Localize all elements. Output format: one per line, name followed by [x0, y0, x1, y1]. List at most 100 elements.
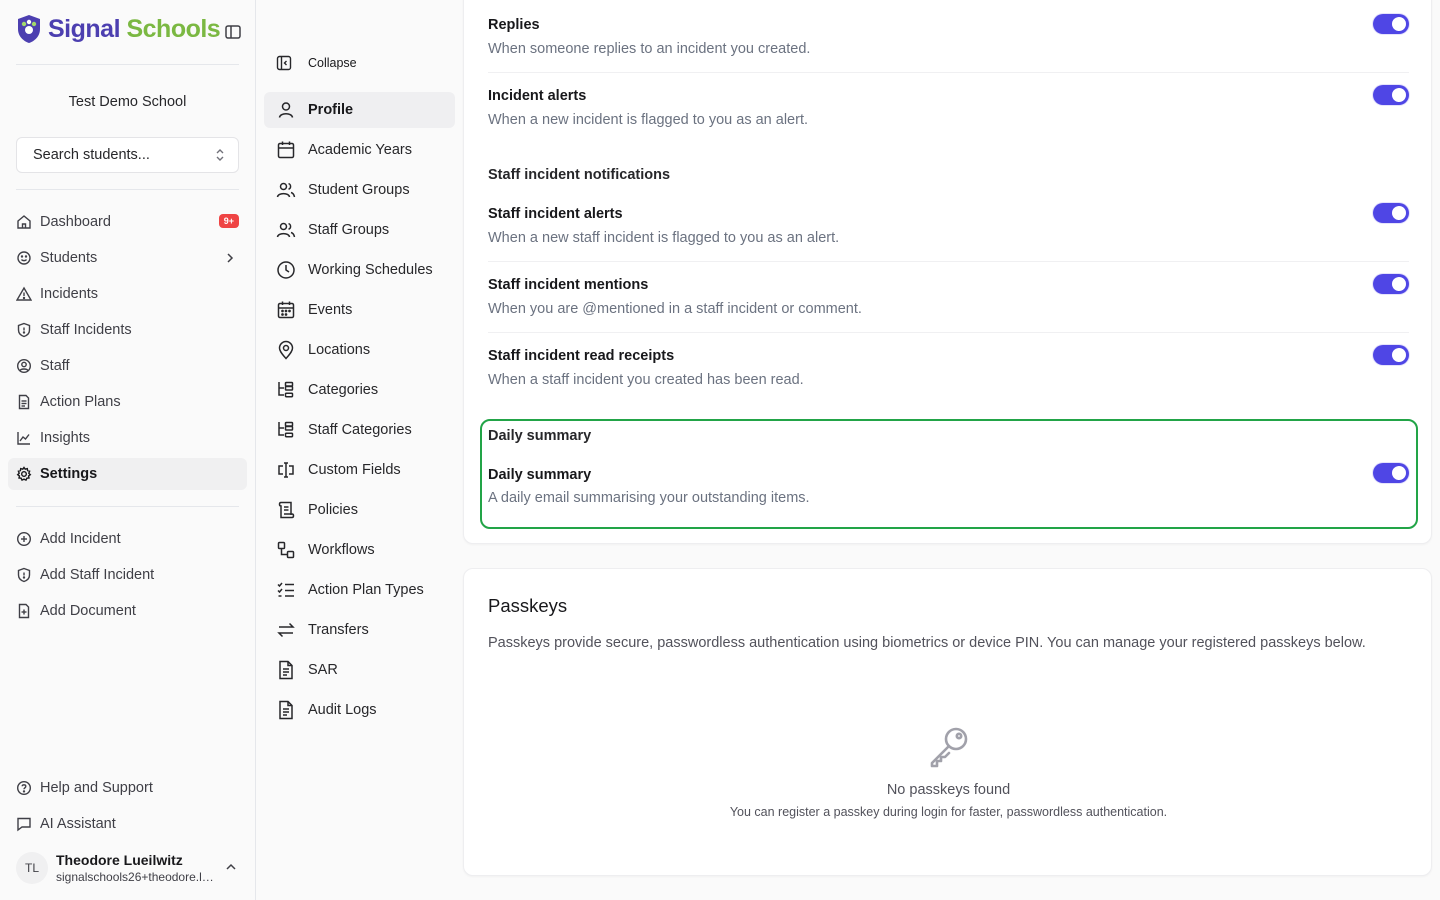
help-circle-icon — [16, 780, 32, 796]
settings-item-label: Locations — [308, 342, 371, 358]
nav-incidents[interactable]: Incidents — [8, 278, 247, 310]
settings-item-label: Categories — [308, 382, 379, 398]
nav-label: Incidents — [40, 286, 99, 302]
clock-icon — [276, 260, 296, 280]
chat-icon — [16, 816, 32, 832]
line-chart-icon — [16, 430, 32, 446]
replies-desc: When someone replies to an incident you … — [488, 41, 811, 57]
scroll-icon — [276, 500, 296, 520]
brand-name: Signal Schools — [48, 14, 221, 43]
divider — [488, 72, 1409, 73]
collapse-label: Collapse — [308, 56, 357, 70]
settings-item-academic-years[interactable]: Academic Years — [264, 132, 455, 168]
settings-item-profile[interactable]: Profile — [264, 92, 455, 128]
shield-icon — [16, 567, 32, 583]
workflow-icon — [276, 540, 296, 560]
toggle-knob — [1392, 348, 1406, 362]
settings-item-sar[interactable]: SAR — [264, 652, 455, 688]
nav-action-plans[interactable]: Action Plans — [8, 386, 247, 418]
divider — [16, 189, 239, 190]
staff-read-receipts-title: Staff incident read receipts — [488, 348, 675, 364]
shield-icon — [16, 322, 32, 338]
settings-item-action-plan-types[interactable]: Action Plan Types — [264, 572, 455, 608]
settings-item-custom-fields[interactable]: Custom Fields — [264, 452, 455, 488]
panel-collapse-icon — [276, 55, 292, 71]
staff-alerts-title: Staff incident alerts — [488, 206, 623, 222]
settings-item-label: Transfers — [308, 622, 369, 638]
settings-item-staff-categories[interactable]: Staff Categories — [264, 412, 455, 448]
settings-item-transfers[interactable]: Transfers — [264, 612, 455, 648]
nav-staff-incidents[interactable]: Staff Incidents — [8, 314, 247, 346]
key-icon — [926, 721, 974, 769]
calendar-icon — [276, 140, 296, 160]
settings-item-label: Working Schedules — [308, 262, 433, 278]
nav-label: Staff Incidents — [40, 322, 132, 338]
daily-summary-desc: A daily email summarising your outstandi… — [488, 490, 810, 506]
settings-item-label: Events — [308, 302, 353, 318]
warning-triangle-icon — [16, 286, 32, 302]
logo-shield-icon — [16, 14, 42, 44]
nav-staff[interactable]: Staff — [8, 350, 247, 382]
settings-item-staff-groups[interactable]: Staff Groups — [264, 212, 455, 248]
staff-read-receipts-toggle[interactable] — [1373, 345, 1409, 365]
calendar-days-icon — [276, 300, 296, 320]
main-content: Replies When someone replies to an incid… — [463, 0, 1440, 900]
settings-item-label: Staff Groups — [308, 222, 390, 238]
staff-mentions-toggle[interactable] — [1373, 274, 1409, 294]
nav-label: Add Staff Incident — [40, 567, 155, 583]
user-icon — [276, 100, 296, 120]
school-name: Test Demo School — [68, 94, 187, 110]
staff-alerts-toggle[interactable] — [1373, 203, 1409, 223]
user-menu[interactable]: TL Theodore Lueilwitz signalschools26+th… — [16, 848, 244, 888]
nav-ai-assistant[interactable]: AI Assistant — [8, 808, 247, 840]
brand-logo[interactable]: Signal Schools — [16, 14, 221, 44]
settings-item-audit-logs[interactable]: Audit Logs — [264, 692, 455, 728]
gear-icon — [16, 466, 32, 482]
incident-alerts-desc: When a new incident is flagged to you as… — [488, 112, 808, 128]
nav-label: Dashboard — [40, 214, 111, 230]
toggle-knob — [1392, 206, 1406, 220]
daily-summary-toggle[interactable] — [1373, 463, 1409, 483]
settings-item-workflows[interactable]: Workflows — [264, 532, 455, 568]
avatar: TL — [16, 852, 48, 884]
settings-item-policies[interactable]: Policies — [264, 492, 455, 528]
home-icon — [16, 214, 32, 230]
nav-label: Add Incident — [40, 531, 121, 547]
map-pin-icon — [276, 340, 296, 360]
chevron-up-icon — [224, 860, 238, 874]
file-plus-icon — [16, 603, 32, 619]
replies-toggle[interactable] — [1373, 14, 1409, 34]
settings-item-working-schedules[interactable]: Working Schedules — [264, 252, 455, 288]
staff-alerts-desc: When a new staff incident is flagged to … — [488, 230, 840, 246]
chevron-right-icon[interactable] — [223, 251, 237, 265]
nav-dashboard[interactable]: Dashboard 9+ — [8, 206, 247, 238]
nav-settings[interactable]: Settings — [8, 458, 247, 490]
daily-summary-title: Daily summary — [488, 467, 592, 483]
incident-alerts-toggle[interactable] — [1373, 85, 1409, 105]
tree-icon — [276, 380, 296, 400]
settings-item-events[interactable]: Events — [264, 292, 455, 328]
document-icon — [16, 394, 32, 410]
divider — [488, 332, 1409, 333]
nav-help-support[interactable]: Help and Support — [8, 772, 247, 804]
nav-students[interactable]: Students — [8, 242, 247, 274]
nav-label: AI Assistant — [40, 816, 116, 832]
settings-item-categories[interactable]: Categories — [264, 372, 455, 408]
student-search-combobox[interactable]: Search students... — [16, 137, 239, 173]
settings-item-student-groups[interactable]: Student Groups — [264, 172, 455, 208]
settings-item-label: Custom Fields — [308, 462, 401, 478]
settings-item-label: Academic Years — [308, 142, 412, 158]
toggle-knob — [1392, 88, 1406, 102]
nav-add-document[interactable]: Add Document — [8, 595, 247, 627]
nav-add-incident[interactable]: Add Incident — [8, 523, 247, 555]
passkeys-title: Passkeys — [488, 595, 568, 616]
incident-alerts-title: Incident alerts — [488, 88, 587, 104]
settings-item-label: Student Groups — [308, 182, 410, 198]
sidebar-toggle-icon[interactable] — [224, 23, 242, 41]
settings-collapse-button[interactable]: Collapse — [276, 55, 357, 71]
replies-title: Replies — [488, 17, 540, 33]
settings-item-locations[interactable]: Locations — [264, 332, 455, 368]
users-icon — [276, 220, 296, 240]
nav-insights[interactable]: Insights — [8, 422, 247, 454]
nav-add-staff-incident[interactable]: Add Staff Incident — [8, 559, 247, 591]
